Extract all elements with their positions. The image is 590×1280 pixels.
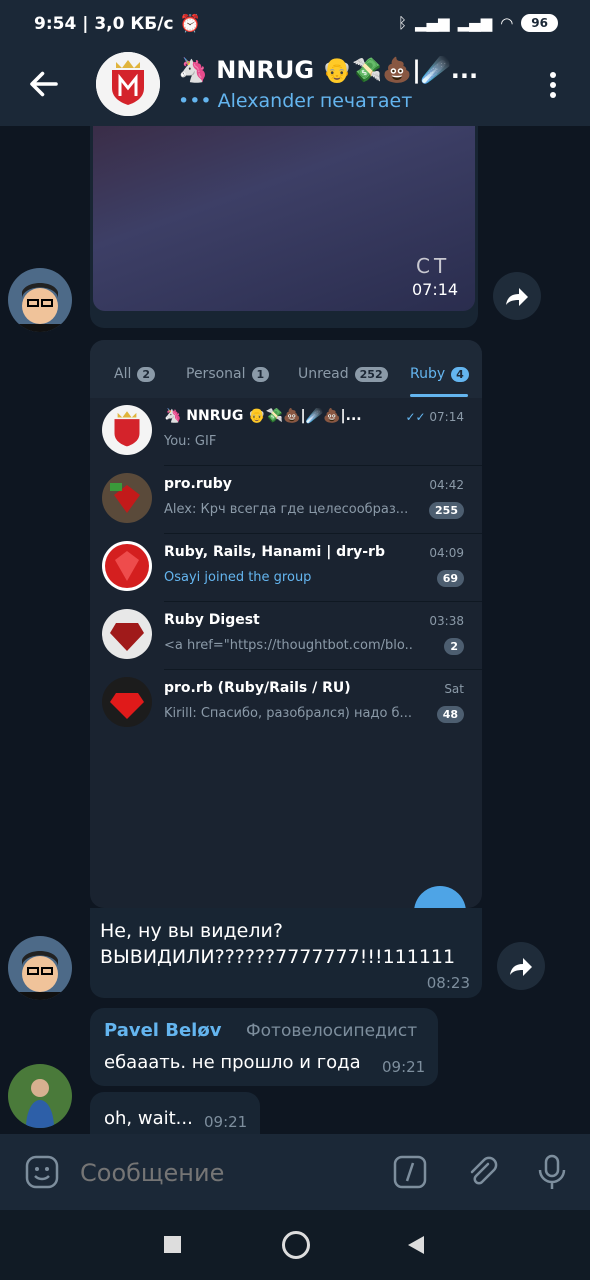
screenshot-message[interactable]: All 2 Personal 1 Unread 252 Ruby 4 🦄 NNRUG 👴… (90, 340, 482, 908)
unread-badge: 255 (429, 502, 464, 519)
home-circle-icon[interactable] (282, 1231, 310, 1259)
wifi-icon: ◠ (500, 14, 514, 32)
chat-row: 🦄 NNRUG 👴💸💩|☄️💩|... ✓✓ 07:14 You: GIF (90, 398, 482, 466)
photo-avatar-icon (8, 1064, 72, 1128)
tab-personal: Personal 1 (186, 366, 270, 382)
chat-time: Sat (444, 682, 464, 696)
chat-name: Ruby, Rails, Hanami | dry-rb (164, 544, 385, 560)
signal-icon: ▂▄▆ (414, 14, 450, 32)
recents-square-icon[interactable] (164, 1236, 181, 1253)
unread-badge: 2 (444, 638, 464, 655)
signal-icon-2: ▂▄▆ (457, 14, 493, 32)
chat-name: pro.ruby (164, 476, 232, 492)
ruby-gem-icon (110, 623, 144, 651)
message-text: oh, wait... (104, 1108, 193, 1129)
chat-header: 🦄 NNRUG 👴💸💩|☄️... ••• Alexander печатает (0, 44, 590, 126)
chat-avatar (102, 677, 152, 727)
gif-message[interactable]: CT 07:14 (90, 126, 478, 328)
status-time: 9:54 | 3,0 КБ/с ⏰ (34, 14, 201, 34)
coat-of-arms-icon (96, 52, 160, 116)
ruby-gem-icon (110, 693, 144, 719)
chat-name: 🦄 NNRUG 👴💸💩|☄️💩|... (164, 408, 362, 424)
author-role: Фотовелосипедист (246, 1021, 418, 1041)
microphone-icon[interactable] (534, 1152, 570, 1192)
message-input-bar (0, 1134, 590, 1210)
watermark: CT (416, 254, 451, 278)
attach-icon[interactable] (464, 1154, 500, 1190)
author-name[interactable]: Pavel Beløv (104, 1020, 221, 1041)
tab-indicator (410, 394, 468, 397)
chat-preview: Kirill: Спасибо, разобрался) надо б... (164, 706, 412, 721)
chat-row: pro.ruby 04:42 Alex: Крч всегда где целе… (90, 466, 482, 534)
chat-avatar (102, 405, 152, 455)
avatar-alexander[interactable] (8, 936, 72, 1000)
tab-all: All 2 (114, 366, 156, 382)
unread-badge: 69 (436, 570, 464, 587)
cartoon-face-icon (8, 936, 72, 1000)
chat-time: ✓✓ 07:14 (405, 410, 464, 424)
battery-indicator: 96 (521, 14, 558, 32)
chat-avatar (102, 541, 152, 591)
share-button[interactable] (497, 942, 545, 990)
chat-row: Ruby Digest 03:38 <a href="https://thoug… (90, 602, 482, 670)
chat-row: pro.rb (Ruby/Rails / RU) Sat Kirill: Спа… (90, 670, 482, 738)
message-text: ебааать. не прошло и года (104, 1052, 361, 1073)
coat-of-arms-icon (114, 411, 140, 447)
typing-status: ••• Alexander печатает (178, 90, 413, 112)
unread-badge: 48 (436, 706, 464, 723)
chat-time: 04:09 (429, 546, 464, 560)
bluetooth-icon: ᛒ (397, 14, 407, 32)
chat-time: 04:42 (429, 478, 464, 492)
avatar-alexander[interactable] (8, 268, 72, 332)
chat-preview: <a href="https://thoughtbot.com/blo... (164, 638, 414, 653)
status-icons: ᛒ ▂▄▆ ▂▄▆ ◠ 96 (398, 14, 558, 32)
back-arrow-icon[interactable] (26, 66, 62, 102)
ruby-gem-icon (105, 544, 149, 588)
message-text-line2: ВЫВИДИЛИ??????7777777!!!111111 (100, 946, 456, 968)
chat-preview: You: GIF (164, 434, 217, 449)
chat-title: 🦄 NNRUG 👴💸💩|☄️... (178, 56, 479, 84)
cartoon-face-icon (8, 268, 72, 332)
back-triangle-icon[interactable] (406, 1234, 426, 1256)
chat-area[interactable]: CT 07:14 All 2 Personal 1 Unread 252 Ruby 4 … (0, 126, 590, 1134)
chat-avatar (102, 609, 152, 659)
text-message[interactable]: Pavel Beløv Фотовелосипедист ебааать. не… (90, 1008, 438, 1086)
share-button[interactable] (493, 272, 541, 320)
message-time: 09:21 (382, 1058, 426, 1076)
status-bar: 9:54 | 3,0 КБ/с ⏰ ᛒ ▂▄▆ ▂▄▆ ◠ 96 (0, 0, 590, 44)
more-menu-icon[interactable] (546, 70, 560, 100)
tab-unread: Unread 252 (298, 366, 388, 382)
tab-ruby: Ruby 4 (410, 366, 469, 382)
message-time: 08:23 (426, 974, 470, 992)
chat-avatar (102, 473, 152, 523)
message-time: 07:14 (412, 280, 459, 299)
group-avatar[interactable] (96, 52, 160, 116)
avatar-pavel[interactable] (8, 1064, 72, 1128)
system-nav-bar (0, 1210, 590, 1280)
chat-preview: Osayi joined the group (164, 570, 312, 585)
chat-name: Ruby Digest (164, 612, 260, 628)
sticker-emoji-icon[interactable] (24, 1154, 60, 1190)
chat-row: Ruby, Rails, Hanami | dry-rb 04:09 Osayi… (90, 534, 482, 602)
double-check-icon: ✓✓ (405, 410, 430, 424)
folder-tabs: All 2 Personal 1 Unread 252 Ruby 4 (90, 340, 482, 398)
forward-icon (506, 288, 528, 306)
ruby-gem-icon (110, 483, 140, 513)
chat-preview: Alex: Крч всегда где целесообраз... (164, 502, 409, 517)
message-time: 09:21 (204, 1113, 248, 1131)
alarm-icon: ⏰ (179, 14, 201, 34)
text-message[interactable]: Не, ну вы видели? ВЫВИДИЛИ??????7777777!… (90, 908, 482, 998)
bot-command-icon[interactable] (392, 1154, 428, 1190)
forward-icon (510, 958, 532, 976)
compose-fab (414, 886, 466, 908)
chat-name: pro.rb (Ruby/Rails / RU) (164, 680, 351, 696)
message-input[interactable] (78, 1152, 372, 1194)
chat-time: 03:38 (429, 614, 464, 628)
message-text-line1: Не, ну вы видели? (100, 920, 283, 942)
text-message[interactable]: oh, wait... 09:21 (90, 1092, 260, 1134)
